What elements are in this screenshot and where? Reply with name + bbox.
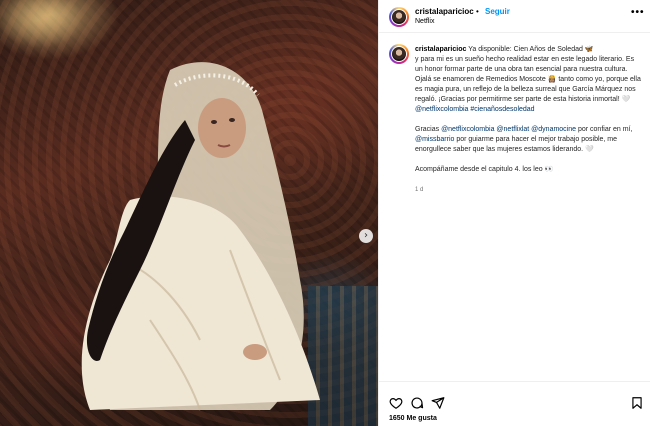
likes-count[interactable]: 1650 Me gusta (389, 415, 437, 422)
closing-line: Acompáñame desde el capitulo 4. los leo … (415, 166, 554, 173)
thanks-mid: por confiar en mí, (576, 126, 633, 133)
caption-line-1: Ya disponible: Cien Años de Soledad 🦋 (468, 46, 594, 53)
carousel-next-button[interactable]: › (359, 229, 373, 243)
thanks-prefix: Gracias (415, 126, 442, 133)
bride-figure (81, 62, 320, 411)
caption-avatar[interactable] (389, 44, 409, 64)
avatar[interactable] (389, 7, 409, 27)
tag-netflixlat[interactable]: @netflixlat (496, 126, 529, 133)
more-options-icon[interactable]: ••• (631, 7, 645, 18)
hands (243, 344, 267, 360)
caption-line-2: y para mi es un sueño hecho realidad est… (415, 56, 641, 103)
separator-dot: • (476, 7, 479, 16)
tag-dynamocine[interactable]: @dynamocine (531, 126, 576, 133)
post-detail-panel: cristalaparicioc • Seguir Netflix ••• cr… (378, 0, 650, 426)
bookmark-icon[interactable] (630, 396, 644, 410)
post-image[interactable]: › (0, 0, 378, 426)
heart-icon[interactable] (389, 396, 403, 410)
action-bar: 1650 Me gusta (379, 381, 650, 426)
caption-text: cristalaparicioc Ya disponible: Cien Año… (415, 45, 643, 195)
header-username[interactable]: cristalaparicioc (415, 7, 474, 16)
hashtag-cienanos[interactable]: #cienañosdesoledad (470, 106, 534, 113)
header-subline[interactable]: Netflix (415, 18, 434, 25)
thanks-paragraph: Gracias @netflixcolombia @netflixlat @dy… (415, 125, 643, 155)
comment-icon[interactable] (410, 396, 424, 410)
face (198, 98, 246, 158)
tag-missbarrio[interactable]: @missbarrio (415, 136, 454, 143)
post-header: cristalaparicioc • Seguir Netflix ••• (379, 0, 650, 33)
tag-netflixcolombia[interactable]: @netflixcolombia (415, 106, 468, 113)
caption-username[interactable]: cristalaparicioc (415, 46, 466, 53)
share-icon[interactable] (431, 396, 445, 410)
follow-button[interactable]: Seguir (485, 7, 510, 16)
post-timestamp[interactable]: 1 d (415, 185, 643, 195)
tag-netflixcolombia-2[interactable]: @netflixcolombia (441, 126, 494, 133)
caption-area: cristalaparicioc Ya disponible: Cien Año… (379, 34, 650, 380)
